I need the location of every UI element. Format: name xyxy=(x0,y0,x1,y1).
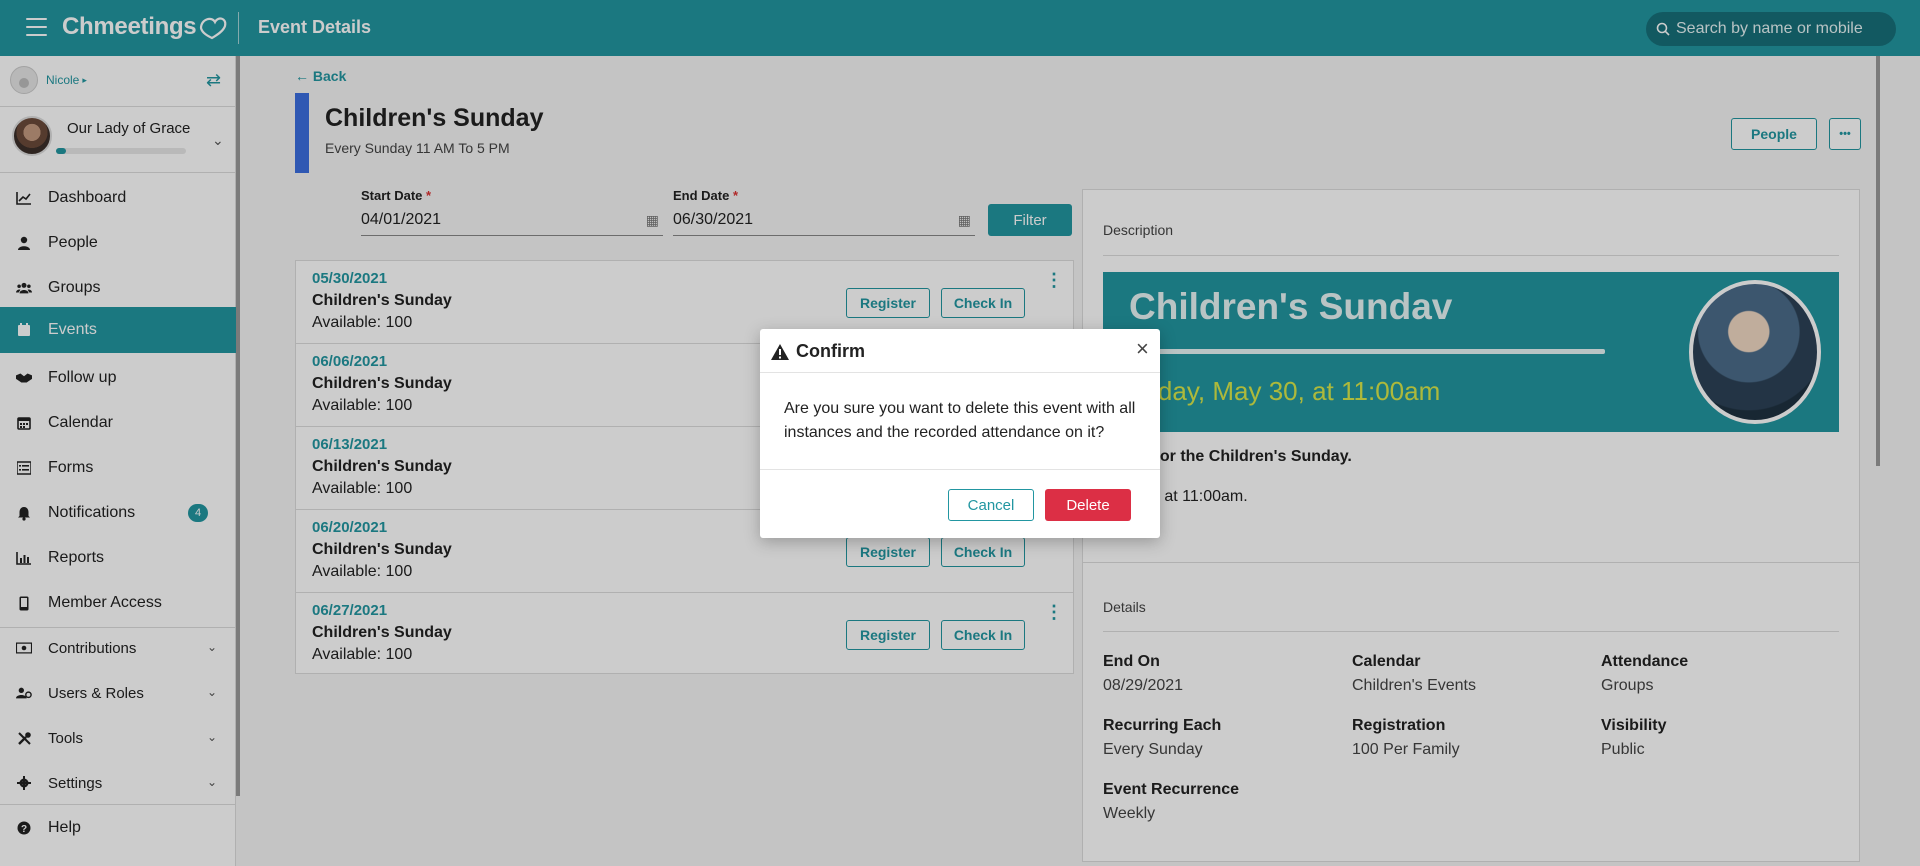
cancel-button[interactable]: Cancel xyxy=(948,489,1034,521)
delete-button[interactable]: Delete xyxy=(1045,489,1131,521)
close-icon[interactable]: × xyxy=(1136,338,1149,360)
confirm-dialog: Confirm × Are you sure you want to delet… xyxy=(760,329,1160,538)
warning-icon xyxy=(771,343,789,360)
dialog-title: Confirm xyxy=(770,341,865,362)
dialog-message: Are you sure you want to delete this eve… xyxy=(784,400,1136,441)
dialog-title-text: Confirm xyxy=(796,341,865,361)
dialog-divider xyxy=(760,469,1160,470)
dialog-header: Confirm × xyxy=(760,329,1160,373)
